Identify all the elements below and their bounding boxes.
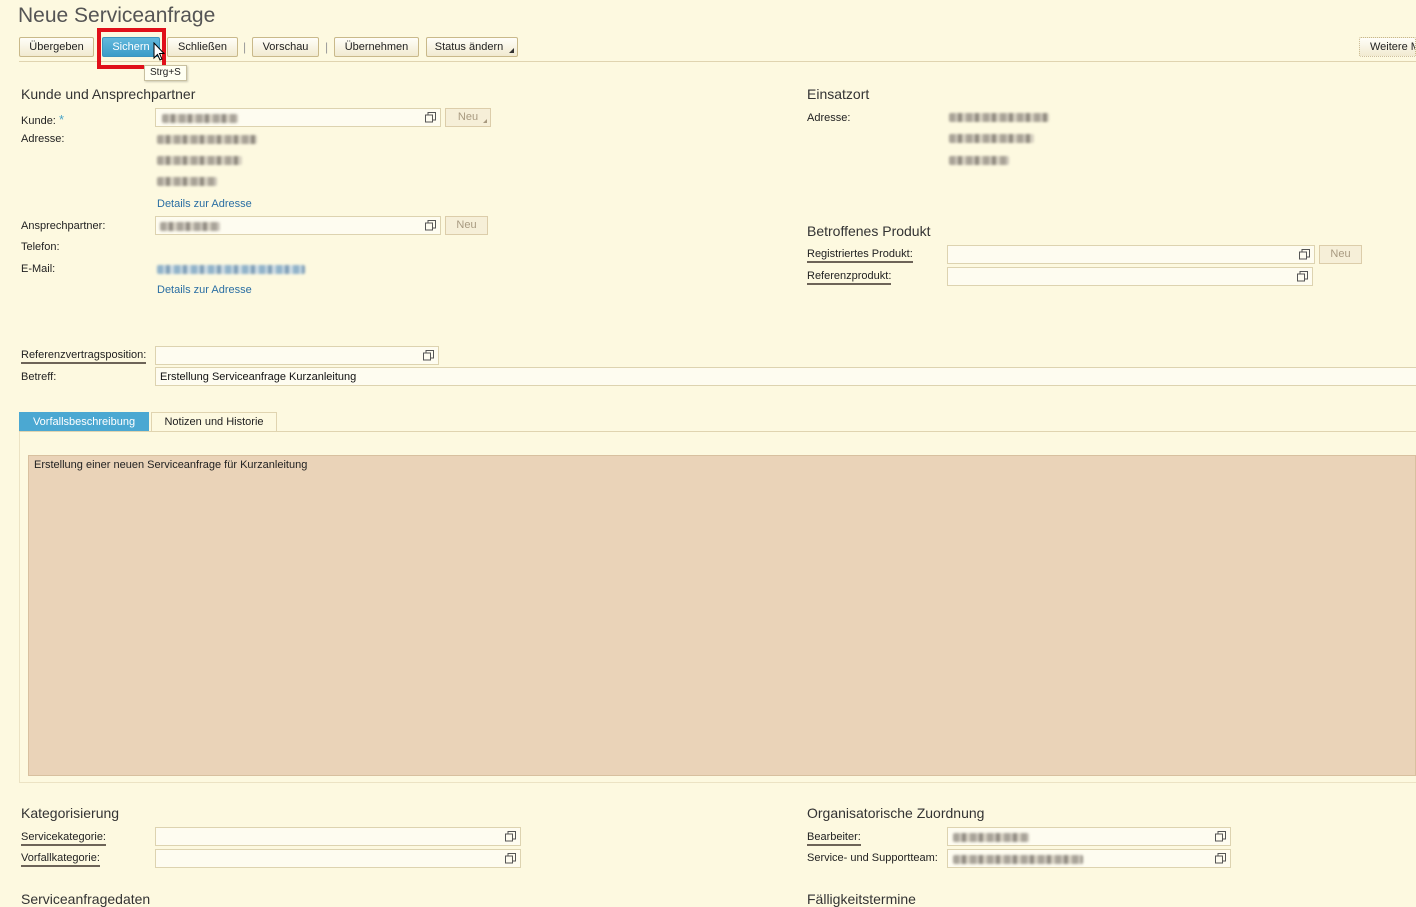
details-address-link[interactable]: Details zur Adresse — [157, 198, 252, 210]
description-text: Erstellung einer neuen Serviceanfrage fü… — [34, 459, 308, 471]
incident-category-field[interactable] — [155, 849, 521, 868]
blurred-contact-name — [160, 222, 220, 231]
categorization-title: Kategorisierung — [21, 805, 120, 821]
email-label: E-Mail: — [21, 263, 56, 275]
value-help-icon[interactable] — [1215, 831, 1226, 842]
weitere-menu-button[interactable]: Weitere M — [1359, 37, 1416, 57]
tab-vorfallsbeschreibung[interactable]: Vorfallsbeschreibung — [19, 412, 149, 432]
kunde-label-text: Kunde: — [21, 115, 56, 127]
telefon-label: Telefon: — [21, 241, 60, 253]
adresse-label: Adresse: — [21, 133, 65, 145]
registered-product-label[interactable]: Registriertes Produkt: — [807, 248, 913, 263]
service-category-field[interactable] — [155, 827, 521, 846]
toolbar-separator: | — [243, 40, 247, 54]
einsatzort-adresse-label: Adresse: — [807, 112, 851, 124]
vorschau-button[interactable]: Vorschau — [252, 37, 319, 57]
uebergeben-button[interactable]: Übergeben — [19, 37, 94, 57]
blurred-editor-name — [953, 833, 1029, 842]
registered-product-field[interactable] — [947, 245, 1315, 264]
schliessen-button[interactable]: Schließen — [167, 37, 238, 57]
toolbar-separator: | — [325, 40, 329, 54]
ansprechpartner-label: Ansprechpartner: — [21, 220, 106, 232]
incident-category-label[interactable]: Vorfallkategorie: — [21, 852, 100, 867]
toolbar: Übergeben Sichern Schließen | Vorschau |… — [0, 36, 1416, 62]
service-data-title: Serviceanfragedaten — [21, 891, 151, 907]
betreff-value: Erstellung Serviceanfrage Kurzanleitung — [160, 371, 357, 383]
blurred-email-link[interactable] — [157, 265, 305, 274]
deadlines-title: Fälligkeitstermine — [807, 891, 916, 907]
reference-contract-label[interactable]: Referenzvertragsposition: — [21, 349, 147, 364]
page-title: Neue Serviceanfrage — [18, 4, 216, 27]
kunde-field[interactable] — [155, 108, 441, 127]
blurred-address-line — [949, 113, 1049, 122]
reference-product-label[interactable]: Referenzprodukt: — [807, 270, 892, 285]
kunde-neu-button[interactable]: Neu — [445, 108, 491, 127]
status-aendern-label: Status ändern — [434, 41, 504, 53]
ansprechpartner-neu-button[interactable]: Neu — [445, 216, 488, 235]
kunde-neu-label: Neu — [457, 111, 479, 123]
value-help-icon[interactable] — [1299, 249, 1310, 260]
value-help-icon[interactable] — [425, 112, 436, 123]
dropdown-corner-icon — [483, 119, 487, 123]
editor-field[interactable] — [947, 827, 1231, 846]
blurred-team-name — [953, 855, 1083, 864]
customer-section-title: Kunde und Ansprechpartner — [21, 86, 196, 102]
blurred-address-line — [949, 156, 1009, 165]
mouse-cursor-icon — [153, 42, 165, 61]
kunde-label: Kunde: * — [21, 112, 64, 127]
service-category-label[interactable]: Servicekategorie: — [21, 831, 106, 846]
editor-label[interactable]: Bearbeiter: — [807, 831, 861, 846]
value-help-icon[interactable] — [1297, 271, 1308, 282]
product-section-title: Betroffenes Produkt — [807, 223, 931, 239]
value-help-icon[interactable] — [505, 853, 516, 864]
required-mark: * — [58, 112, 64, 127]
blurred-customer-name — [162, 114, 238, 123]
betreff-label: Betreff: — [21, 371, 57, 383]
team-field[interactable] — [947, 849, 1231, 868]
toolbar-divider — [19, 61, 1416, 62]
team-label: Service- und Supportteam: — [807, 852, 938, 864]
blurred-address-line — [157, 135, 257, 144]
blurred-address-line — [949, 134, 1034, 143]
shortcut-tooltip: Strg+S — [144, 65, 187, 81]
reference-contract-field[interactable] — [155, 346, 439, 365]
value-help-icon[interactable] — [425, 220, 436, 231]
uebernehmen-button[interactable]: Übernehmen — [334, 37, 419, 57]
value-help-icon[interactable] — [1215, 853, 1226, 864]
status-aendern-button[interactable]: Status ändern — [426, 37, 518, 57]
organisation-title: Organisatorische Zuordnung — [807, 805, 985, 821]
dropdown-corner-icon — [509, 48, 514, 53]
value-help-icon[interactable] — [505, 831, 516, 842]
einsatzort-title: Einsatzort — [807, 86, 870, 102]
reference-product-field[interactable] — [947, 267, 1313, 286]
product-neu-button[interactable]: Neu — [1319, 245, 1362, 264]
description-textarea[interactable] — [28, 455, 1416, 776]
tab-notizen-historie[interactable]: Notizen und Historie — [151, 412, 277, 432]
value-help-icon[interactable] — [423, 350, 434, 361]
betreff-field[interactable]: Erstellung Serviceanfrage Kurzanleitung — [155, 367, 1416, 386]
ansprechpartner-field[interactable] — [155, 216, 441, 235]
blurred-address-line — [157, 177, 217, 186]
details-address-link[interactable]: Details zur Adresse — [157, 284, 252, 296]
blurred-address-line — [157, 156, 242, 165]
